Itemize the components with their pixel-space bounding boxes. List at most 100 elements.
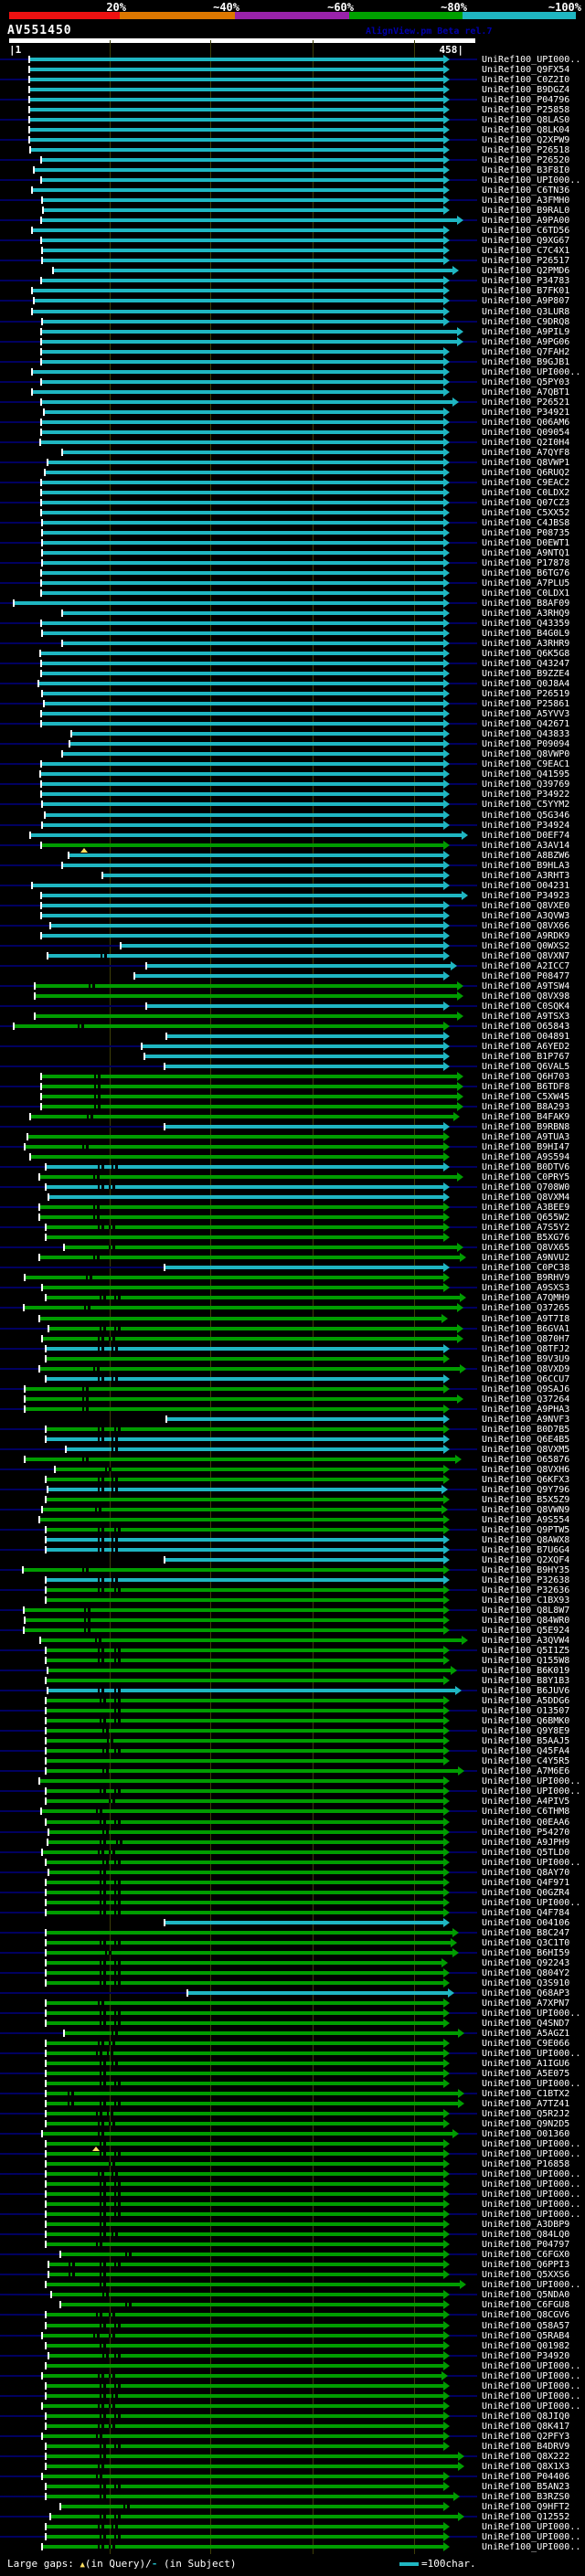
hit-label[interactable]: UniRef100_Q8VXH6 [482, 1465, 569, 1475]
hit-label[interactable]: UniRef100_C1BTX2 [482, 2089, 569, 2099]
alignment-bar[interactable] [46, 1659, 443, 1662]
hit-label[interactable]: UniRef100_A3BEE9 [482, 1203, 569, 1213]
alignment-bar[interactable] [35, 1014, 457, 1018]
alignment-bar[interactable] [29, 78, 443, 81]
alignment-bar[interactable] [69, 742, 443, 746]
alignment-bar[interactable] [39, 1175, 457, 1179]
alignment-bar[interactable] [44, 702, 443, 705]
hit-label[interactable]: UniRef100_Q8LAS0 [482, 115, 569, 125]
hit-label[interactable]: UniRef100_Q84LQ0 [482, 2230, 569, 2240]
alignment-bar[interactable] [39, 1215, 443, 1219]
alignment-bar[interactable] [46, 1377, 443, 1381]
alignment-bar[interactable] [48, 1871, 443, 1874]
alignment-bar[interactable] [46, 1347, 443, 1351]
hit-label[interactable]: UniRef100_A3AV14 [482, 841, 569, 851]
hit-label[interactable]: UniRef100_A4PIV5 [482, 1797, 569, 1807]
alignment-bar[interactable] [144, 1055, 443, 1058]
hit-label[interactable]: UniRef100_Q6RUQ2 [482, 468, 569, 478]
alignment-bar[interactable] [41, 894, 462, 897]
hit-label[interactable]: UniRef100_B1P767 [482, 1052, 569, 1062]
alignment-bar[interactable] [41, 481, 443, 484]
hit-label[interactable]: UniRef100_B9HLA3 [482, 861, 569, 871]
alignment-bar[interactable] [42, 2334, 443, 2337]
alignment-bar[interactable] [42, 1337, 457, 1341]
hit-label[interactable]: UniRef100_Q0J8A4 [482, 679, 569, 689]
alignment-bar[interactable] [46, 2313, 443, 2316]
hit-label[interactable]: UniRef100_Q41595 [482, 769, 569, 779]
hit-label[interactable]: UniRef100_B9DGZ4 [482, 85, 569, 95]
hit-label[interactable]: UniRef100_B9V3U9 [482, 1354, 569, 1364]
hit-label[interactable]: UniRef100_UPI000.. [482, 1858, 580, 1868]
hit-label[interactable]: UniRef100_Q5XXS6 [482, 2270, 569, 2280]
hit-label[interactable]: UniRef100_Q5PY03 [482, 377, 569, 387]
alignment-bar[interactable] [41, 843, 443, 847]
hit-label[interactable]: UniRef100_Q43247 [482, 659, 569, 669]
alignment-bar[interactable] [34, 168, 443, 172]
hit-label[interactable]: UniRef100_A9NVU2 [482, 1253, 569, 1263]
hit-label[interactable]: UniRef100_C6FGX0 [482, 2250, 569, 2260]
alignment-bar[interactable] [40, 772, 443, 776]
hit-label[interactable]: UniRef100_Q09054 [482, 428, 569, 438]
alignment-bar[interactable] [46, 2051, 443, 2055]
hit-label[interactable]: UniRef100_C4JBS8 [482, 518, 569, 528]
alignment-bar[interactable] [29, 108, 443, 111]
hit-label[interactable]: UniRef100_A3QVW4 [482, 1636, 569, 1646]
alignment-bar[interactable] [46, 1498, 443, 1501]
hit-label[interactable]: UniRef100_C9EAC1 [482, 759, 569, 769]
alignment-bar[interactable] [29, 58, 443, 61]
hit-label[interactable]: UniRef100_Q8X222 [482, 2452, 569, 2462]
hit-label[interactable]: UniRef100_Q9Y796 [482, 1485, 569, 1495]
hit-label[interactable]: UniRef100_A9RDK9 [482, 931, 569, 941]
hit-label[interactable]: UniRef100_A3FMH0 [482, 196, 569, 206]
hit-label[interactable]: UniRef100_P26520 [482, 155, 569, 165]
hit-label[interactable]: UniRef100_A5AGZ1 [482, 2029, 569, 2039]
alignment-bar[interactable] [41, 904, 443, 907]
hit-label[interactable]: UniRef100_C4Y5R5 [482, 1756, 569, 1766]
hit-label[interactable]: UniRef100_P04406 [482, 2472, 569, 2482]
hit-label[interactable]: UniRef100_A7M6E6 [482, 1766, 569, 1776]
alignment-bar[interactable] [44, 410, 443, 414]
alignment-bar[interactable] [30, 833, 462, 837]
alignment-bar[interactable] [30, 1155, 443, 1159]
hit-label[interactable]: UniRef100_Q2XPW9 [482, 135, 569, 145]
alignment-bar[interactable] [42, 521, 443, 525]
alignment-bar[interactable] [50, 2515, 458, 2518]
hit-label[interactable]: UniRef100_UPI000.. [482, 2179, 580, 2189]
hit-label[interactable]: UniRef100_Q9N2D5 [482, 2119, 569, 2129]
hit-label[interactable]: UniRef100_C0Z2I0 [482, 75, 569, 85]
alignment-bar[interactable] [41, 158, 443, 162]
hit-label[interactable]: UniRef100_C0LDX1 [482, 588, 569, 599]
hit-label[interactable]: UniRef100_UPI000.. [482, 2371, 580, 2381]
alignment-bar[interactable] [46, 2495, 453, 2498]
hit-label[interactable]: UniRef100_Q37264 [482, 1394, 569, 1405]
hit-label[interactable]: UniRef100_P34921 [482, 408, 569, 418]
hit-label[interactable]: UniRef100_A9TSX3 [482, 1012, 569, 1022]
hit-label[interactable]: UniRef100_C5XX52 [482, 508, 569, 518]
hit-label[interactable]: UniRef100_UPI000.. [482, 2391, 580, 2401]
alignment-bar[interactable] [41, 218, 457, 222]
alignment-bar[interactable] [48, 461, 443, 464]
alignment-bar[interactable] [46, 1357, 443, 1361]
alignment-bar[interactable] [46, 2162, 443, 2166]
alignment-bar[interactable] [142, 1044, 443, 1048]
hit-label[interactable]: UniRef100_Q8CGV6 [482, 2310, 569, 2320]
alignment-bar[interactable] [46, 1799, 443, 1803]
alignment-bar[interactable] [32, 188, 443, 192]
hit-label[interactable]: UniRef100_P34783 [482, 276, 569, 286]
alignment-bar[interactable] [41, 430, 443, 434]
hit-label[interactable]: UniRef100_UPI000.. [482, 2532, 580, 2542]
hit-label[interactable]: UniRef100_Q155W8 [482, 1656, 569, 1666]
alignment-bar[interactable] [41, 914, 443, 917]
hit-label[interactable]: UniRef100_Q8X1X3 [482, 2462, 569, 2472]
alignment-bar[interactable] [146, 1004, 443, 1008]
alignment-bar[interactable] [46, 2465, 458, 2468]
alignment-bar[interactable] [46, 2112, 443, 2115]
hit-label[interactable]: UniRef100_Q6BMK0 [482, 1716, 569, 1726]
alignment-bar[interactable] [41, 330, 457, 334]
hit-label[interactable]: UniRef100_UPI000.. [482, 2280, 580, 2290]
hit-label[interactable]: UniRef100_C1BX93 [482, 1595, 569, 1606]
hit-label[interactable]: UniRef100_P26518 [482, 145, 569, 155]
alignment-bar[interactable] [40, 1638, 462, 1642]
hit-label[interactable]: UniRef100_Q8VWP0 [482, 749, 569, 759]
hit-label[interactable]: UniRef100_Q3S910 [482, 1978, 569, 1988]
